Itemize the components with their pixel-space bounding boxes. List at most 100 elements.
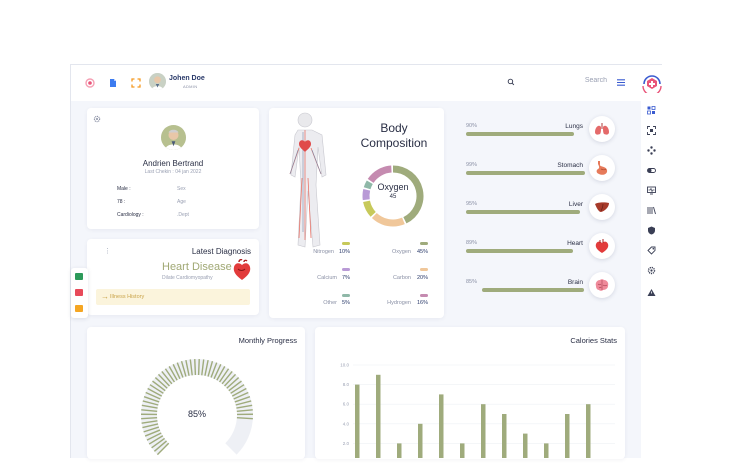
calorie-bar[interactable] bbox=[565, 414, 570, 458]
body-composition-title: BodyComposition bbox=[349, 121, 439, 151]
more-options-icon[interactable]: ⋮ bbox=[104, 247, 111, 255]
patient-field-label: Cardiology : bbox=[117, 212, 144, 218]
search-input[interactable] bbox=[537, 77, 607, 84]
document-icon[interactable] bbox=[108, 78, 118, 88]
organ-percent: 85% bbox=[466, 279, 477, 285]
organ-progress-bar bbox=[466, 249, 573, 253]
monitor-icon[interactable] bbox=[647, 186, 656, 195]
element-name: Calcium bbox=[303, 275, 337, 281]
expand-icon[interactable] bbox=[131, 78, 141, 88]
organ-icon[interactable] bbox=[589, 233, 615, 259]
calorie-bar[interactable] bbox=[502, 414, 507, 458]
user-name: Johen Doe bbox=[169, 75, 205, 82]
organ-icon[interactable] bbox=[589, 272, 615, 298]
organ-percent: 90% bbox=[466, 123, 477, 129]
diagnosis-subtitle: Dilate Cardiomyopathy bbox=[162, 275, 213, 281]
gear-icon[interactable] bbox=[93, 115, 101, 123]
stomach-icon bbox=[594, 160, 610, 176]
y-tick-label: 10.0 bbox=[340, 363, 349, 368]
monthly-progress-card: Monthly Progress 85% bbox=[87, 327, 305, 459]
carbon-swatch bbox=[420, 268, 428, 271]
arrow-right-icon: → bbox=[101, 292, 109, 301]
organ-icon[interactable] bbox=[589, 194, 615, 220]
patient-field-label: 78 : bbox=[117, 199, 125, 205]
calorie-bar[interactable] bbox=[376, 375, 381, 458]
calorie-bar[interactable] bbox=[460, 443, 465, 458]
organ-name: Stomach bbox=[523, 162, 583, 169]
y-tick-label: 2.0 bbox=[343, 441, 350, 446]
hospital-logo-icon[interactable] bbox=[641, 73, 663, 93]
heart-icon bbox=[232, 259, 252, 281]
calorie-bar[interactable] bbox=[355, 385, 360, 458]
organ-progress-bar bbox=[466, 132, 574, 136]
pill-icon[interactable] bbox=[647, 166, 656, 175]
grid-icon[interactable] bbox=[647, 106, 656, 115]
element-value: 16% bbox=[417, 300, 428, 306]
dashboard-app: Johen Doe ADMIN Andrien Bertrand Last Ch… bbox=[70, 64, 662, 458]
calorie-bar[interactable] bbox=[586, 404, 591, 458]
right-sidebar bbox=[641, 101, 663, 459]
calorie-bar[interactable] bbox=[544, 443, 549, 458]
scan-icon[interactable] bbox=[647, 126, 656, 135]
bars-icon[interactable] bbox=[647, 206, 656, 215]
calorie-bar[interactable] bbox=[481, 404, 486, 458]
organ-icon[interactable] bbox=[589, 116, 615, 142]
human-body-illustration bbox=[269, 108, 349, 268]
warning-icon[interactable] bbox=[647, 288, 656, 297]
target-icon[interactable] bbox=[85, 78, 95, 88]
floating-toolbar bbox=[71, 268, 88, 318]
calorie-bar[interactable] bbox=[439, 394, 444, 458]
gauge-tick bbox=[199, 359, 200, 375]
element-value: 45% bbox=[417, 249, 428, 255]
illness-history-button[interactable]: → Illness History bbox=[96, 289, 250, 305]
liver-icon bbox=[594, 199, 610, 215]
donut-segment-carbon bbox=[374, 216, 403, 223]
calorie-bar[interactable] bbox=[397, 443, 402, 458]
organ-progress-bar bbox=[466, 171, 585, 175]
hydrogen-swatch bbox=[420, 294, 428, 297]
patient-field-label: Male : bbox=[117, 186, 131, 192]
heart-icon bbox=[594, 238, 610, 254]
shield-icon[interactable] bbox=[647, 226, 656, 235]
oxygen-swatch bbox=[420, 242, 428, 245]
tag-icon[interactable] bbox=[647, 246, 656, 255]
calorie-bar[interactable] bbox=[523, 434, 528, 458]
organ-icon[interactable] bbox=[589, 155, 615, 181]
donut-segment-hydrogen bbox=[371, 169, 392, 181]
y-tick-label: 6.0 bbox=[343, 402, 350, 407]
patient-avatar[interactable] bbox=[161, 125, 186, 150]
menu-icon[interactable] bbox=[617, 79, 625, 86]
calcium-swatch bbox=[342, 268, 350, 271]
lungs-icon bbox=[594, 121, 610, 137]
oxygen-center-label: Oxygen bbox=[361, 182, 425, 192]
user-role: ADMIN bbox=[183, 84, 197, 89]
organ-progress-bar bbox=[482, 288, 584, 292]
element-name: Oxygen bbox=[377, 249, 411, 255]
gauge-tick bbox=[195, 359, 196, 375]
organ-percent: 89% bbox=[466, 240, 477, 246]
patient-field-value: Sex bbox=[177, 186, 186, 192]
organ-percent: 95% bbox=[466, 201, 477, 207]
search-icon[interactable] bbox=[507, 78, 515, 86]
element-value: 7% bbox=[342, 275, 350, 281]
settings-icon[interactable] bbox=[647, 266, 656, 275]
calorie-bar[interactable] bbox=[418, 424, 423, 458]
element-value: 5% bbox=[342, 300, 350, 306]
user-avatar[interactable] bbox=[149, 73, 166, 90]
patient-field-value: Age bbox=[177, 199, 186, 205]
image-icon[interactable] bbox=[75, 289, 83, 296]
element-name: Carbon bbox=[377, 275, 411, 281]
camera-icon[interactable] bbox=[75, 273, 83, 280]
diagnosis-title: Latest Diagnosis bbox=[192, 247, 251, 256]
nodes-icon[interactable] bbox=[647, 146, 656, 155]
folder-icon[interactable] bbox=[75, 305, 83, 312]
search-box[interactable] bbox=[501, 74, 611, 91]
y-tick-label: 4.0 bbox=[343, 421, 350, 426]
top-bar: Johen Doe ADMIN bbox=[71, 65, 663, 101]
illness-history-label: Illness History bbox=[110, 294, 144, 300]
organ-percent: 99% bbox=[466, 162, 477, 168]
other-swatch bbox=[342, 294, 350, 297]
brain-icon bbox=[594, 277, 610, 293]
patient-card: Andrien Bertrand Last Chekin : 04 jan 20… bbox=[87, 108, 259, 229]
body-composition-title-line: Body bbox=[380, 121, 407, 135]
